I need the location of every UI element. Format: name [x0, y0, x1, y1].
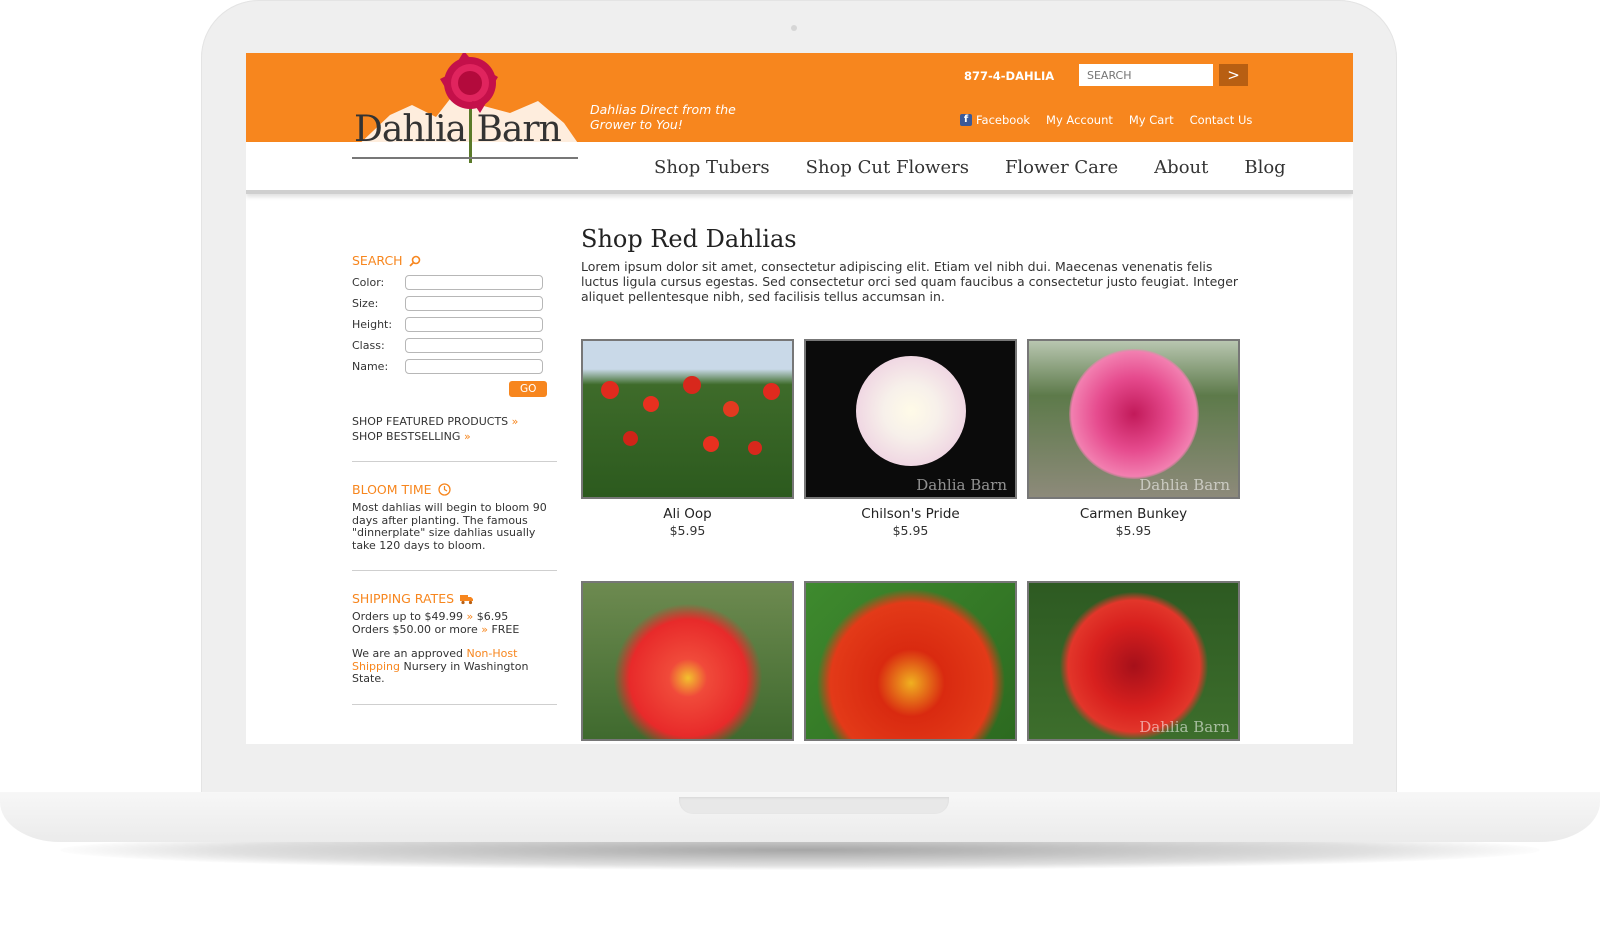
shipping-heading-label: SHIPPING RATES — [352, 591, 455, 606]
shop-links: SHOP FEATURED PRODUCTS » SHOP BESTSELLIN… — [352, 415, 557, 443]
facebook-icon: f — [960, 114, 972, 126]
size-input[interactable] — [405, 296, 543, 311]
name-input[interactable] — [405, 359, 543, 374]
approved-note: We are an approved Non-Host Shipping Nur… — [352, 647, 557, 686]
nav-about[interactable]: About — [1154, 157, 1208, 178]
product-photo[interactable]: Dahlia Barn — [1027, 581, 1240, 741]
divider — [352, 703, 557, 705]
shipping-rates: Orders up to $49.99 » $6.95 Orders $50.0… — [352, 610, 557, 686]
bloom-heading-label: BLOOM TIME — [352, 482, 432, 497]
shipping-line-2: Orders $50.00 or more » FREE — [352, 622, 557, 637]
product-card[interactable]: Ali Oop $5.95 — [581, 339, 794, 538]
truck-icon — [460, 594, 474, 604]
name-row: Name: — [352, 356, 557, 377]
facebook-label: Facebook — [976, 113, 1031, 127]
webcam — [791, 25, 797, 31]
watermark: Dahlia Barn — [1139, 718, 1230, 736]
intro-text: Lorem ipsum dolor sit amet, consectetur … — [581, 259, 1239, 304]
logo-text: Dahlia Barn — [354, 109, 562, 150]
product-card[interactable]: Dahlia Barn Carmen Bunkey $5.95 — [1027, 339, 1240, 538]
main-content: Shop Red Dahlias Lorem ipsum dolor sit a… — [581, 225, 1241, 741]
website-screen: Dahlia Barn Dahlias Direct from the Grow… — [246, 53, 1353, 744]
color-row: Color: — [352, 272, 557, 293]
watermark: Dahlia Barn — [1139, 476, 1230, 494]
main-nav: Shop Tubers Shop Cut Flowers Flower Care… — [654, 157, 1286, 178]
height-input[interactable] — [405, 317, 543, 332]
contact-us-link[interactable]: Contact Us — [1190, 113, 1253, 127]
height-label: Height: — [352, 318, 393, 331]
page-title: Shop Red Dahlias — [581, 225, 797, 253]
nav-shop-cut-flowers[interactable]: Shop Cut Flowers — [806, 157, 969, 178]
shop-bestselling-label: SHOP BESTSELLING — [352, 430, 461, 443]
header-search-input[interactable] — [1079, 64, 1213, 86]
shipping-tier-1: Orders up to $49.99 — [352, 610, 463, 623]
arrow-icon: » — [466, 610, 474, 623]
product-name[interactable]: Carmen Bunkey — [1027, 506, 1240, 522]
nav-blog[interactable]: Blog — [1244, 157, 1285, 178]
shipping-heading: SHIPPING RATES — [352, 591, 557, 606]
search-heading-label: SEARCH — [352, 253, 403, 268]
header-search-button[interactable]: > — [1219, 64, 1248, 86]
phone-number[interactable]: 877-4-DAHLIA — [964, 69, 1054, 83]
product-photo[interactable] — [581, 581, 794, 741]
class-row: Class: — [352, 335, 557, 356]
shipping-tier-2: Orders $50.00 or more — [352, 622, 478, 636]
sidebar: SEARCH Color: Size: Height: Class: Name:… — [352, 253, 557, 725]
bloom-time-text: Most dahlias will begin to bloom 90 days… — [352, 501, 547, 552]
watermark: Dahlia Barn — [916, 476, 1007, 494]
approved-text: We are an approved — [352, 647, 463, 660]
bloom-time-heading: BLOOM TIME — [352, 482, 557, 497]
product-name[interactable]: Chilson's Pride — [804, 506, 1017, 522]
name-label: Name: — [352, 360, 389, 373]
arrow-icon: » — [463, 430, 471, 443]
my-cart-link[interactable]: My Cart — [1129, 113, 1174, 127]
product-photo[interactable]: Dahlia Barn — [1027, 339, 1240, 499]
divider — [352, 570, 557, 571]
nav-shop-tubers[interactable]: Shop Tubers — [654, 157, 770, 178]
shop-bestselling-link[interactable]: SHOP BESTSELLING » — [352, 430, 557, 443]
shop-featured-label: SHOP FEATURED PRODUCTS — [352, 415, 509, 428]
color-label: Color: — [352, 276, 385, 289]
class-input[interactable] — [405, 338, 543, 353]
color-input[interactable] — [405, 275, 543, 290]
product-photo[interactable] — [804, 581, 1017, 741]
divider — [352, 461, 557, 462]
product-card[interactable] — [581, 581, 794, 741]
product-name[interactable]: Ali Oop — [581, 506, 794, 522]
product-card[interactable]: Dahlia Barn Chilson's Pride $5.95 — [804, 339, 1017, 538]
size-label: Size: — [352, 297, 379, 310]
magnifier-icon — [408, 255, 420, 267]
tagline: Dahlias Direct from the Grower to You! — [590, 102, 736, 132]
search-form: Color: Size: Height: Class: Name: GO — [352, 272, 557, 397]
class-label: Class: — [352, 339, 385, 352]
height-row: Height: — [352, 314, 557, 335]
shipping-price-1: $6.95 — [476, 610, 509, 623]
product-price: $5.95 — [892, 523, 929, 538]
product-photo[interactable]: Dahlia Barn — [804, 339, 1017, 499]
product-photo[interactable] — [581, 339, 794, 499]
nav-flower-care[interactable]: Flower Care — [1005, 157, 1118, 178]
shop-featured-link[interactable]: SHOP FEATURED PRODUCTS » — [352, 415, 557, 428]
product-card[interactable] — [804, 581, 1017, 741]
facebook-link[interactable]: f Facebook — [960, 113, 1030, 127]
my-account-link[interactable]: My Account — [1046, 113, 1113, 127]
product-price: $5.95 — [1115, 523, 1152, 538]
arrow-icon: » — [511, 415, 519, 428]
arrow-icon: » — [481, 622, 488, 636]
size-row: Size: — [352, 293, 557, 314]
product-price: $5.95 — [669, 523, 706, 538]
search-heading: SEARCH — [352, 253, 557, 268]
laptop-notch — [679, 797, 949, 814]
product-card[interactable]: Dahlia Barn — [1027, 581, 1240, 741]
go-button[interactable]: GO — [509, 381, 548, 397]
utility-links: f Facebook My Account My Cart Contact Us — [960, 113, 1252, 127]
clock-icon — [437, 483, 451, 496]
shipping-price-2: FREE — [491, 622, 520, 636]
